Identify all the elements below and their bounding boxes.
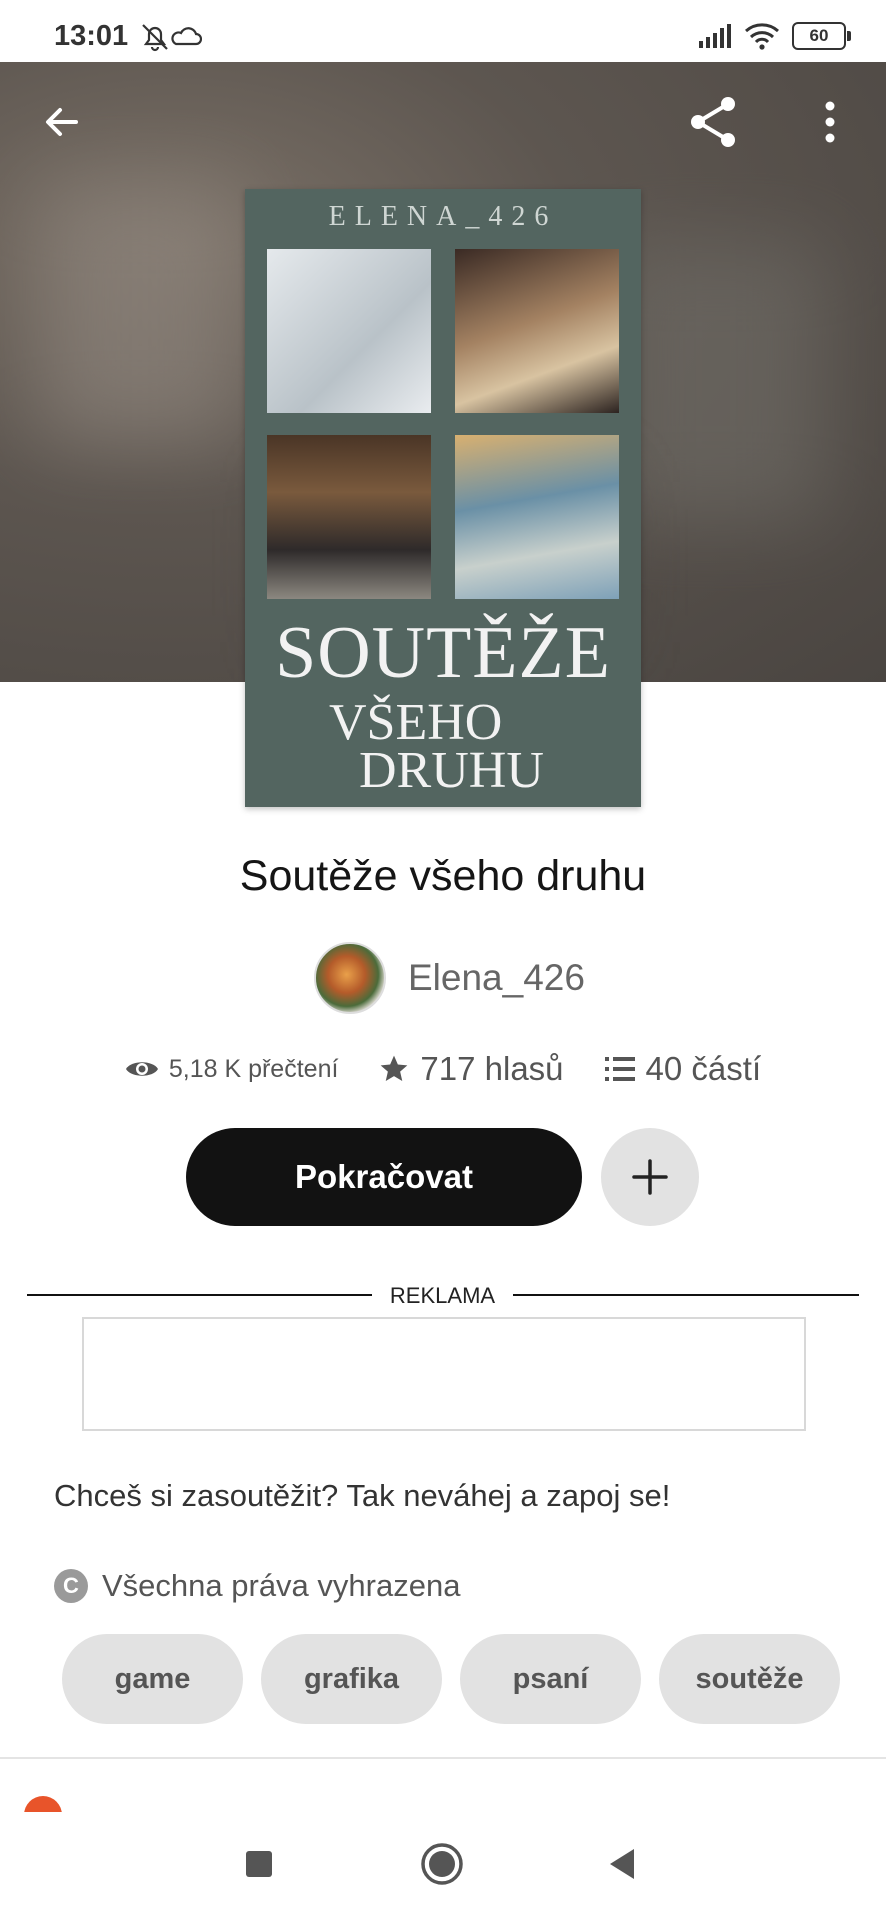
copyright-notice: C Všechna práva vyhrazena	[54, 1568, 460, 1604]
cover-photo-brushes	[455, 435, 619, 599]
cover-author: ELENA_426	[328, 201, 558, 232]
section-divider	[0, 1757, 886, 1759]
reads-count: 5,18 K přečtení	[168, 1054, 339, 1083]
circle-icon	[421, 1843, 463, 1885]
add-to-library-button[interactable]	[601, 1128, 699, 1226]
tag-chip[interactable]: soutěže	[659, 1634, 840, 1724]
reads-stat: 5,18 K přečtení	[125, 1054, 339, 1084]
votes-count: 717 hlasů	[420, 1050, 564, 1087]
story-title: Soutěže všeho druhu	[239, 852, 647, 900]
status-time: 13:01	[54, 20, 129, 52]
author-avatar[interactable]	[314, 942, 386, 1014]
status-bar: 13:01 60	[0, 0, 886, 62]
status-system-icons: 60	[698, 22, 851, 50]
arrow-left-icon	[46, 108, 78, 136]
signal-icon	[699, 24, 731, 48]
book-cover[interactable]: ELENA_426 SOUTĚŽE VŠEHO DRUHU	[245, 189, 641, 807]
home-button[interactable]	[410, 1832, 474, 1896]
copyright-icon: C	[54, 1569, 88, 1603]
plus-icon	[632, 1159, 668, 1195]
eye-icon	[125, 1062, 158, 1076]
system-back-button[interactable]	[590, 1832, 654, 1896]
story-description: Chceš si zasoutěžit? Tak neváhej a zapoj…	[54, 1478, 671, 1513]
more-options-button[interactable]	[800, 92, 860, 152]
cover-title-line3: DRUHU	[359, 742, 544, 799]
bell-muted-icon	[142, 24, 168, 52]
cover-photo-camera	[267, 249, 431, 413]
continue-reading-button[interactable]: Pokračovat	[186, 1128, 582, 1226]
wifi-icon	[745, 23, 779, 50]
battery-indicator: 60	[792, 22, 851, 50]
cover-photo-typewriter	[267, 435, 431, 599]
author-name[interactable]: Elena_426	[408, 957, 585, 999]
votes-stat: 717 hlasů	[378, 1050, 564, 1088]
star-icon	[381, 1055, 408, 1081]
share-button[interactable]	[684, 92, 744, 152]
story-stats: 5,18 K přečtení 717 hlasů 40 částí	[0, 1050, 886, 1088]
parts-stat: 40 částí	[604, 1050, 762, 1088]
list-icon	[604, 1057, 635, 1081]
cover-title-line1: SOUTĚŽE	[275, 612, 611, 694]
tag-chip[interactable]: psaní	[460, 1634, 641, 1724]
author-link[interactable]: Elena_426	[314, 942, 585, 1014]
cloud-icon	[171, 27, 203, 46]
back-button[interactable]	[32, 92, 92, 152]
ad-placeholder[interactable]	[82, 1317, 806, 1431]
ad-divider-left	[27, 1294, 372, 1296]
ad-divider-right	[513, 1294, 859, 1296]
tag-list: game grafika psaní soutěže	[62, 1634, 840, 1724]
square-icon	[246, 1851, 272, 1877]
more-vertical-icon	[825, 101, 835, 143]
tag-chip[interactable]: grafika	[261, 1634, 442, 1724]
ad-label: REKLAMA	[389, 1283, 496, 1308]
recent-apps-button[interactable]	[227, 1832, 291, 1896]
tag-chip[interactable]: game	[62, 1634, 243, 1724]
system-navigation-bar	[0, 1812, 886, 1920]
parts-count: 40 částí	[645, 1050, 762, 1087]
status-notification-icons	[140, 22, 203, 57]
copyright-text: Všechna práva vyhrazena	[102, 1568, 461, 1603]
triangle-back-icon	[610, 1849, 634, 1879]
cover-photo-book	[455, 249, 619, 413]
share-icon	[691, 97, 735, 147]
